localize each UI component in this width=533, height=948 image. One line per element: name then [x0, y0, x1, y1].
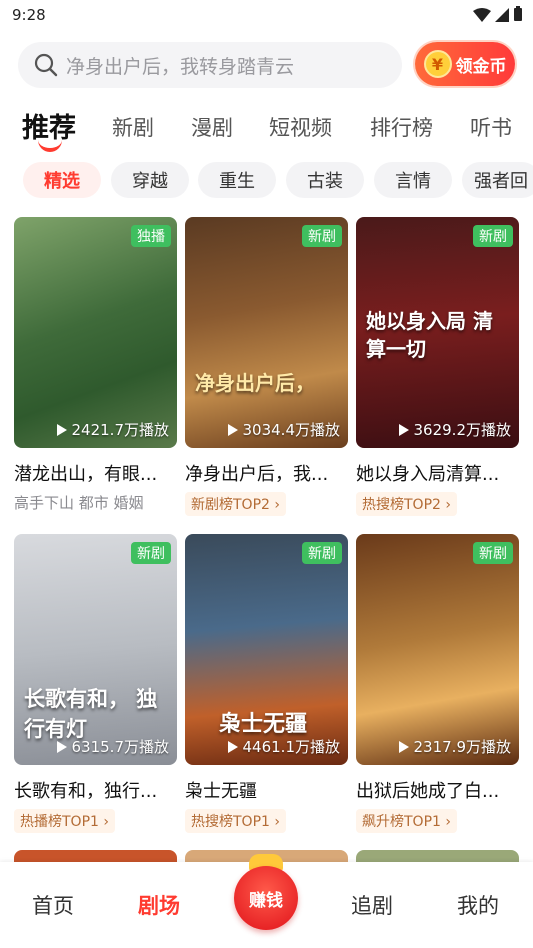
- tab-audiobook[interactable]: 听书: [470, 112, 512, 142]
- chevron-right-icon: ›: [274, 814, 280, 830]
- rank-badge[interactable]: 新剧榜TOP2 ›: [185, 492, 286, 516]
- play-icon: [227, 740, 238, 753]
- nav-home[interactable]: 首页: [32, 890, 74, 920]
- play-icon: [56, 423, 67, 436]
- rank-badge-text: 飙升榜TOP1: [362, 814, 441, 830]
- drama-title[interactable]: 出狱后她成了白...: [356, 777, 519, 803]
- tab-animated-drama[interactable]: 漫剧: [191, 112, 233, 142]
- drama-card[interactable]: 独播 2421.7万播放 潜龙出山，有眼... 高手下山 都市 婚姻: [14, 217, 177, 513]
- category-chips: 精选 穿越 重生 古装 言情 强者回: [0, 162, 533, 200]
- tab-new-drama[interactable]: 新剧: [112, 112, 154, 142]
- drama-title[interactable]: 净身出户后，我...: [185, 460, 348, 486]
- collect-coins-label: 领金币: [455, 56, 507, 77]
- play-icon: [398, 740, 409, 753]
- poster-title-text: 枭士无疆: [219, 712, 308, 737]
- chevron-right-icon: ›: [445, 814, 451, 830]
- drama-poster[interactable]: 独播 2421.7万播放: [14, 217, 177, 448]
- collect-coins-button[interactable]: ¥ 领金币: [415, 42, 515, 86]
- wifi-icon: [473, 7, 491, 26]
- drama-title[interactable]: 枭士无疆: [185, 777, 348, 803]
- drama-poster[interactable]: 新剧 她以身入局 清算一切 3629.2万播放: [356, 217, 519, 448]
- chevron-right-icon: ›: [445, 497, 451, 513]
- chevron-right-icon: ›: [274, 497, 280, 513]
- drama-card[interactable]: 新剧 长歌有和， 独行有灯 6315.7万播放 长歌有和，独行... 热播榜TO…: [14, 534, 177, 833]
- signal-icon: [495, 7, 509, 26]
- drama-poster[interactable]: 新剧 2317.9万播放: [356, 534, 519, 765]
- play-count-text: 4461.1万播放: [242, 738, 341, 756]
- drama-poster[interactable]: 新剧 净身出户后， 3034.4万播放: [185, 217, 348, 448]
- nav-theater[interactable]: 剧场: [138, 890, 180, 920]
- chip-featured[interactable]: 精选: [23, 162, 101, 198]
- earn-money-label: 赚钱: [249, 890, 283, 911]
- tab-rankings[interactable]: 排行榜: [370, 112, 433, 142]
- rank-badge-text: 热播榜TOP1: [20, 814, 99, 830]
- search-input[interactable]: 净身出户后，我转身踏青云: [18, 42, 402, 88]
- play-count-text: 2421.7万播放: [71, 421, 170, 439]
- rank-badge[interactable]: 热播榜TOP1 ›: [14, 809, 115, 833]
- new-tag: 新剧: [473, 542, 513, 564]
- status-bar: 9:28: [0, 0, 533, 34]
- drama-card[interactable]: 新剧 净身出户后， 3034.4万播放 净身出户后，我... 新剧榜TOP2 ›: [185, 217, 348, 516]
- play-icon: [56, 740, 67, 753]
- drama-card[interactable]: 新剧 2317.9万播放 出狱后她成了白... 飙升榜TOP1 ›: [356, 534, 519, 833]
- rank-badge-text: 新剧榜TOP2: [191, 497, 270, 513]
- drama-title[interactable]: 潜龙出山，有眼...: [14, 460, 177, 486]
- new-tag: 新剧: [302, 542, 342, 564]
- play-count-text: 3034.4万播放: [242, 421, 341, 439]
- drama-title[interactable]: 她以身入局清算...: [356, 460, 519, 486]
- coin-icon: ¥: [423, 50, 452, 78]
- nav-following[interactable]: 追剧: [351, 890, 393, 920]
- bottom-nav: 首页 剧场 赚钱 追剧 我的: [0, 854, 533, 948]
- drama-poster[interactable]: 新剧 长歌有和， 独行有灯 6315.7万播放: [14, 534, 177, 765]
- rank-badge-text: 热搜榜TOP1: [191, 814, 270, 830]
- play-count: 6315.7万播放: [56, 736, 170, 757]
- rank-badge[interactable]: 热搜榜TOP1 ›: [185, 809, 286, 833]
- play-count: 2317.9万播放: [398, 736, 512, 757]
- play-count-text: 2317.9万播放: [413, 738, 512, 756]
- play-count: 2421.7万播放: [56, 419, 170, 440]
- rank-badge[interactable]: 热搜榜TOP2 ›: [356, 492, 457, 516]
- top-tabs: 推荐 新剧 漫剧 短视频 排行榜 听书: [0, 104, 533, 154]
- poster-title-text: 净身出户后，: [195, 371, 315, 395]
- chip-strongman-return[interactable]: 强者回: [462, 162, 533, 198]
- play-count-text: 3629.2万播放: [413, 421, 512, 439]
- rank-badge-text: 热搜榜TOP2: [362, 497, 441, 513]
- search-placeholder: 净身出户后，我转身踏青云: [66, 55, 295, 78]
- battery-icon: [513, 6, 523, 26]
- drama-card[interactable]: 新剧 她以身入局 清算一切 3629.2万播放 她以身入局清算... 热搜榜TO…: [356, 217, 519, 516]
- nav-profile[interactable]: 我的: [457, 890, 499, 920]
- chip-costume[interactable]: 古装: [286, 162, 364, 198]
- play-count-text: 6315.7万播放: [71, 738, 170, 756]
- chip-rebirth[interactable]: 重生: [198, 162, 276, 198]
- drama-card[interactable]: 新剧 枭士无疆 4461.1万播放 枭士无疆 热搜榜TOP1 ›: [185, 534, 348, 833]
- poster-title-text: 长歌有和， 独行有灯: [24, 687, 158, 741]
- chip-romance[interactable]: 言情: [374, 162, 452, 198]
- poster-title-text: 她以身入局 清算一切: [366, 309, 493, 361]
- new-tag: 新剧: [302, 225, 342, 247]
- earn-money-button[interactable]: 赚钱: [234, 866, 298, 930]
- status-icons: [473, 6, 523, 26]
- play-icon: [227, 423, 238, 436]
- drama-genre-tags: 高手下山 都市 婚姻: [14, 494, 144, 512]
- tab-short-video[interactable]: 短视频: [269, 112, 332, 142]
- new-tag: 新剧: [131, 542, 171, 564]
- exclusive-tag: 独播: [131, 225, 171, 247]
- play-count: 4461.1万播放: [227, 736, 341, 757]
- chip-time-travel[interactable]: 穿越: [111, 162, 189, 198]
- drama-poster[interactable]: 新剧 枭士无疆 4461.1万播放: [185, 534, 348, 765]
- search-icon: [34, 53, 58, 77]
- new-tag: 新剧: [473, 225, 513, 247]
- play-count: 3629.2万播放: [398, 419, 512, 440]
- drama-title[interactable]: 长歌有和，独行...: [14, 777, 177, 803]
- rank-badge[interactable]: 飙升榜TOP1 ›: [356, 809, 457, 833]
- status-time: 9:28: [12, 6, 46, 24]
- play-icon: [398, 423, 409, 436]
- chevron-right-icon: ›: [103, 814, 109, 830]
- play-count: 3034.4万播放: [227, 419, 341, 440]
